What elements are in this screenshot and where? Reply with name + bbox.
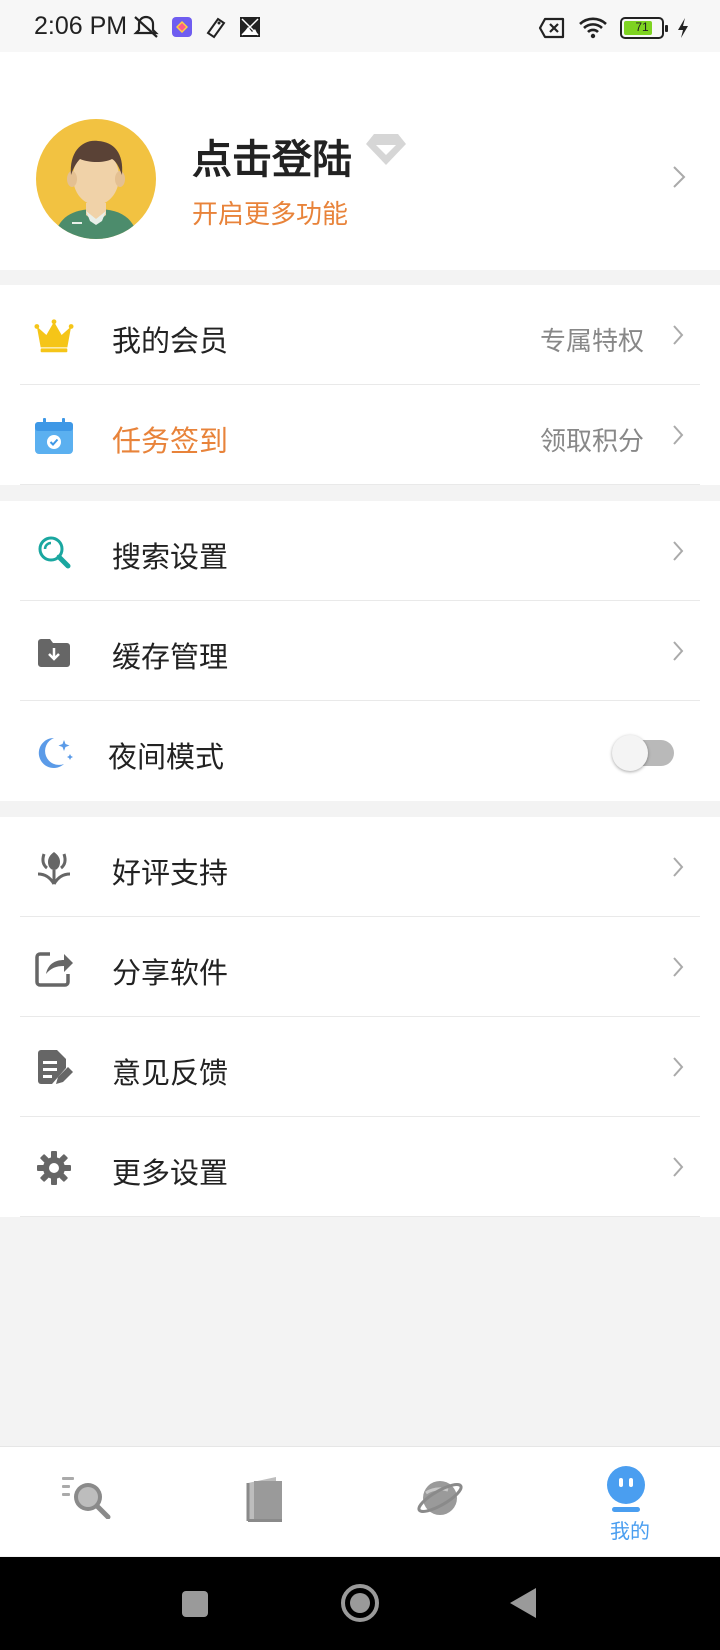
- menu-section-account: 我的会员 专属特权 任务签到 领取积分: [0, 285, 720, 485]
- battery-level: 71: [635, 20, 649, 34]
- feedback-icon: [34, 1048, 74, 1088]
- menu-item-value: 专属特权: [539, 327, 644, 357]
- menu-item-checkin[interactable]: 任务签到 领取积分: [0, 385, 720, 485]
- status-bar: 2:06 PM 71: [0, 0, 720, 52]
- recents-button[interactable]: [180, 1589, 210, 1619]
- menu-section-more: 好评支持 分享软件 意见反馈 更多设置: [0, 817, 720, 1217]
- avatar-illustration: [54, 140, 138, 239]
- tab-explore[interactable]: [360, 1447, 540, 1557]
- back-button[interactable]: [508, 1586, 538, 1620]
- chevron-right-icon: [673, 166, 686, 188]
- divider: [20, 484, 700, 485]
- menu-item-label: 搜索设置: [112, 540, 229, 574]
- profile-subtitle: 开启更多功能: [192, 200, 349, 230]
- menu-item-share-app[interactable]: 分享软件: [0, 917, 720, 1017]
- status-time: 2:06 PM: [34, 12, 128, 40]
- menu-item-feedback[interactable]: 意见反馈: [0, 1017, 720, 1117]
- chevron-right-icon: [673, 541, 684, 561]
- menu-item-label: 缓存管理: [112, 640, 229, 674]
- image-icon: [240, 17, 260, 37]
- chevron-right-icon: [673, 641, 684, 661]
- no-sim-icon: [538, 17, 565, 39]
- menu-item-membership[interactable]: 我的会员 专属特权: [0, 285, 720, 385]
- folder-download-icon: [34, 632, 74, 672]
- profile-header[interactable]: 点击登陆 开启更多功能: [0, 52, 720, 270]
- toggle-knob: [612, 735, 648, 771]
- tab-bookshelf[interactable]: [180, 1447, 360, 1557]
- search-icon: [34, 532, 74, 572]
- menu-item-rate-support[interactable]: 好评支持: [0, 817, 720, 917]
- menu-section-settings: 搜索设置 缓存管理 夜间模式: [0, 501, 720, 801]
- gear-icon: [34, 1148, 74, 1188]
- menu-item-label: 任务签到: [112, 424, 229, 458]
- moon-icon: [34, 732, 74, 772]
- user-avatar[interactable]: [36, 119, 156, 239]
- chevron-right-icon: [673, 957, 684, 977]
- menu-item-label: 更多设置: [112, 1156, 229, 1190]
- diamond-icon: [366, 134, 406, 165]
- night-mode-toggle[interactable]: [612, 735, 674, 771]
- battery-icon: 71: [620, 17, 668, 39]
- menu-item-label: 好评支持: [112, 856, 229, 890]
- menu-item-label: 意见反馈: [112, 1056, 229, 1090]
- chevron-right-icon: [673, 425, 684, 445]
- menu-item-cache-management[interactable]: 缓存管理: [0, 601, 720, 701]
- charging-icon: [678, 18, 688, 38]
- tab-label: 我的: [610, 1519, 650, 1543]
- chevron-right-icon: [673, 325, 684, 345]
- planet-icon: [417, 1481, 463, 1515]
- tab-discover[interactable]: [0, 1447, 180, 1557]
- calendar-check-icon: [34, 416, 74, 456]
- divider: [20, 1216, 700, 1217]
- wifi-icon: [579, 17, 607, 39]
- chevron-right-icon: [673, 1157, 684, 1177]
- app-icon: [172, 17, 192, 37]
- menu-item-night-mode: 夜间模式: [0, 701, 720, 801]
- menu-item-label: 分享软件: [112, 956, 229, 990]
- system-icons: 71: [538, 14, 690, 42]
- home-button[interactable]: [340, 1583, 380, 1623]
- battery-tip: [665, 25, 668, 32]
- menu-item-search-settings[interactable]: 搜索设置: [0, 501, 720, 601]
- crown-icon: [34, 316, 74, 356]
- menu-item-value: 领取积分: [539, 427, 644, 457]
- tab-mine[interactable]: 我的: [540, 1447, 720, 1557]
- login-prompt[interactable]: 点击登陆: [192, 127, 352, 185]
- muted-bell-icon: [133, 15, 159, 38]
- bottom-tab-bar: 我的: [0, 1446, 720, 1556]
- notification-icons: [132, 12, 262, 42]
- chevron-right-icon: [673, 857, 684, 877]
- menu-item-label: 夜间模式: [108, 740, 225, 774]
- flower-icon: [34, 848, 74, 888]
- menu-item-more-settings[interactable]: 更多设置: [0, 1117, 720, 1217]
- share-icon: [34, 948, 74, 988]
- chevron-right-icon: [673, 1057, 684, 1077]
- menu-item-label: 我的会员: [112, 324, 229, 358]
- tag-icon: [206, 17, 226, 39]
- bookshelf-icon: [246, 1477, 282, 1522]
- discover-search-icon: [62, 1477, 111, 1519]
- profile-face-icon: [607, 1466, 645, 1512]
- system-nav-bar: [0, 1557, 720, 1650]
